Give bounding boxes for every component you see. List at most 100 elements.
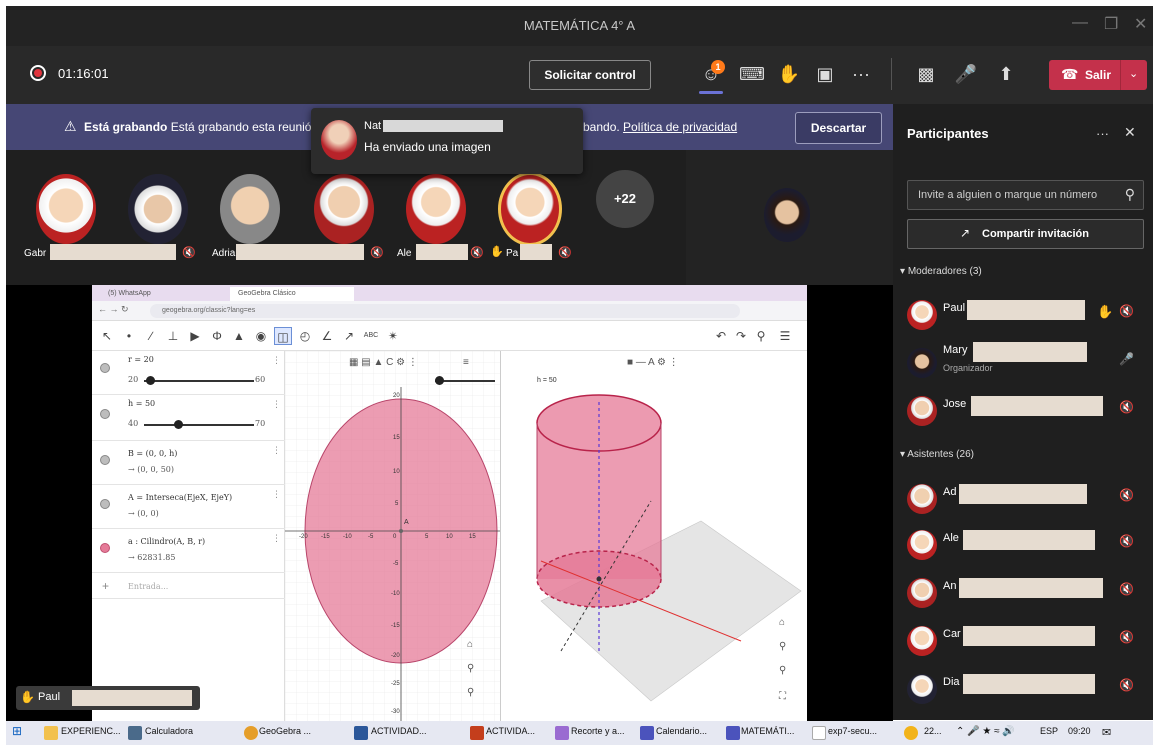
- style-bar-toggle-icon[interactable]: ≡: [463, 357, 469, 368]
- visibility-toggle[interactable]: [100, 455, 110, 465]
- language-indicator[interactable]: ESP: [1040, 726, 1058, 736]
- participant-row[interactable]: Ad 🔇: [893, 476, 1153, 524]
- algebra-row[interactable]: r = 20 20 60 ⋮: [92, 351, 285, 395]
- raise-hand-button[interactable]: ✋: [774, 58, 804, 90]
- taskbar-item[interactable]: GeoGebra ...: [259, 726, 311, 736]
- moderators-header[interactable]: ▾ Moderadores (3): [900, 266, 982, 277]
- notification-toast[interactable]: Nat Ha enviado una imagen: [311, 108, 583, 174]
- participant-row[interactable]: Dia 🔇: [893, 666, 1153, 708]
- algebra-input-row[interactable]: + Entrada...: [92, 573, 285, 599]
- graphics-view-2d[interactable]: A -20 -15 -10 -5 0 5 10 15 20 15 10 5 -5…: [285, 351, 500, 721]
- more-icon[interactable]: ⋮: [272, 445, 281, 456]
- slider-h-track[interactable]: [435, 380, 495, 382]
- slider-handle[interactable]: [146, 376, 155, 385]
- weather-text[interactable]: 22...: [924, 726, 942, 736]
- participant-video[interactable]: [36, 174, 96, 244]
- chat-button[interactable]: ⌨: [737, 58, 767, 90]
- privacy-policy-link[interactable]: Política de privacidad: [623, 120, 737, 134]
- participant-video[interactable]: [128, 174, 188, 244]
- participant-video-raised-hand[interactable]: [498, 172, 562, 246]
- browser-tab[interactable]: (5) WhatsApp: [100, 287, 228, 301]
- algebra-row[interactable]: a : Cilindro(A, B, r) → 62831.85 ⋮: [92, 529, 285, 573]
- windows-start-icon[interactable]: ⊞: [12, 724, 22, 738]
- minimize-icon[interactable]: —: [1072, 14, 1088, 32]
- reflect-tool-icon[interactable]: ↗: [340, 327, 358, 345]
- back-icon[interactable]: ← → ↻: [98, 304, 129, 315]
- graphics-view-3d[interactable]: ■ — A ⚙ ⋮ h = 50 ⌂ ⚲ ⚲ ⛶: [500, 351, 807, 721]
- participant-row[interactable]: Car 🔇: [893, 618, 1153, 666]
- browser-tab-active[interactable]: GeoGebra Clásico: [230, 287, 354, 301]
- pyramid-tool-icon[interactable]: ▲: [230, 327, 248, 345]
- taskbar-item[interactable]: EXPERIENC...: [61, 726, 121, 736]
- taskbar-item[interactable]: exp7-secu...: [828, 726, 877, 736]
- participant-video[interactable]: [314, 174, 374, 244]
- slider-handle[interactable]: [174, 420, 183, 429]
- algebra-row[interactable]: A = Interseca(EjeX, EjeY) → (0, 0) ⋮: [92, 485, 285, 529]
- participant-row[interactable]: Ale 🔇: [893, 522, 1153, 570]
- invite-search-field[interactable]: Invite a alguien o marque un número ⚲: [907, 180, 1144, 210]
- leave-button[interactable]: ☎ Salir ⌄: [1049, 60, 1147, 90]
- perpendicular-tool-icon[interactable]: ⊥: [164, 327, 182, 345]
- taskbar-item[interactable]: ACTIVIDA...: [486, 726, 535, 736]
- slider-track[interactable]: [144, 424, 254, 426]
- share-button[interactable]: ⬆: [991, 58, 1021, 90]
- zoom-out-icon[interactable]: ⚲: [467, 687, 474, 698]
- rotate-tool-icon[interactable]: ◴: [296, 327, 314, 345]
- slider-h-handle[interactable]: [435, 376, 444, 385]
- zoom-out-icon[interactable]: ⚲: [779, 665, 786, 676]
- attendees-header[interactable]: ▾ Asistentes (26): [900, 449, 974, 460]
- zoom-in-icon[interactable]: ⚲: [779, 641, 786, 652]
- menu-icon[interactable]: ☰: [776, 327, 794, 345]
- participant-row[interactable]: Paul ✋ 🔇: [893, 292, 1153, 340]
- participants-button[interactable]: ☺ 1: [696, 58, 726, 94]
- home-icon[interactable]: ⌂: [779, 617, 785, 628]
- polygon-tool-icon[interactable]: ▶: [186, 327, 204, 345]
- graphics-style-bar[interactable]: ▦ ▤ ▲ C ⚙ ⋮: [349, 357, 418, 368]
- tray-icons[interactable]: ⌃ 🎤 ★ ≈ 🔊: [956, 726, 1015, 737]
- more-icon[interactable]: ⋮: [272, 489, 281, 500]
- participant-video[interactable]: [220, 174, 280, 244]
- participant-row[interactable]: Jose 🔇: [893, 388, 1153, 436]
- visibility-toggle[interactable]: [100, 363, 110, 373]
- taskbar-item[interactable]: MATEMÁTI...: [741, 726, 794, 736]
- move-tool-icon[interactable]: ↖: [98, 327, 116, 345]
- point-tool-icon[interactable]: •: [120, 327, 138, 345]
- more-icon[interactable]: ···: [1096, 126, 1109, 141]
- camera-toggle-button[interactable]: ▩: [911, 58, 941, 90]
- more-actions-button[interactable]: ···: [846, 58, 876, 90]
- request-control-button[interactable]: Solicitar control: [529, 60, 651, 90]
- taskbar-item[interactable]: Calculadora: [145, 726, 193, 736]
- cylinder-tool-icon[interactable]: ◫: [274, 327, 292, 345]
- notifications-icon[interactable]: ✉: [1102, 726, 1111, 739]
- slider-track[interactable]: [144, 380, 254, 382]
- text-tool-icon[interactable]: ABC: [362, 327, 380, 345]
- more-icon[interactable]: ⋮: [272, 533, 281, 544]
- share-invite-button[interactable]: ↗ Compartir invitación: [907, 219, 1144, 249]
- view-tool-icon[interactable]: ✴: [384, 327, 402, 345]
- close-icon[interactable]: ✕: [1134, 14, 1147, 34]
- taskbar-item[interactable]: Recorte y a...: [571, 726, 625, 736]
- mic-toggle-button[interactable]: 🎤: [951, 58, 981, 90]
- more-participants-button[interactable]: +22: [596, 170, 654, 228]
- zoom-in-icon[interactable]: ⚲: [467, 663, 474, 674]
- undo-icon[interactable]: ↶: [712, 327, 730, 345]
- visibility-toggle[interactable]: [100, 543, 110, 553]
- search-icon[interactable]: ⚲: [752, 327, 770, 345]
- maximize-icon[interactable]: ❐: [1104, 14, 1118, 34]
- close-panel-icon[interactable]: ✕: [1124, 124, 1136, 141]
- url-field[interactable]: geogebra.org/classic?lang=es: [150, 304, 740, 318]
- taskbar-item[interactable]: ACTIVIDAD...: [371, 726, 427, 736]
- home-icon[interactable]: ⌂: [467, 639, 473, 650]
- taskbar-item[interactable]: Calendario...: [656, 726, 707, 736]
- algebra-row[interactable]: h = 50 40 70 ⋮: [92, 395, 285, 441]
- circle-tool-icon[interactable]: Φ: [208, 327, 226, 345]
- fullscreen-icon[interactable]: ⛶: [779, 691, 786, 702]
- more-icon[interactable]: ⋮: [272, 399, 281, 410]
- participant-row[interactable]: An 🔇: [893, 570, 1153, 618]
- dismiss-button[interactable]: Descartar: [795, 112, 882, 144]
- graphics-3d-style-bar[interactable]: ■ — A ⚙ ⋮: [627, 357, 679, 368]
- angle-tool-icon[interactable]: ∠: [318, 327, 336, 345]
- participant-row[interactable]: Mary Organizador 🎤: [893, 340, 1153, 388]
- more-icon[interactable]: ⋮: [272, 355, 281, 366]
- visibility-toggle[interactable]: [100, 499, 110, 509]
